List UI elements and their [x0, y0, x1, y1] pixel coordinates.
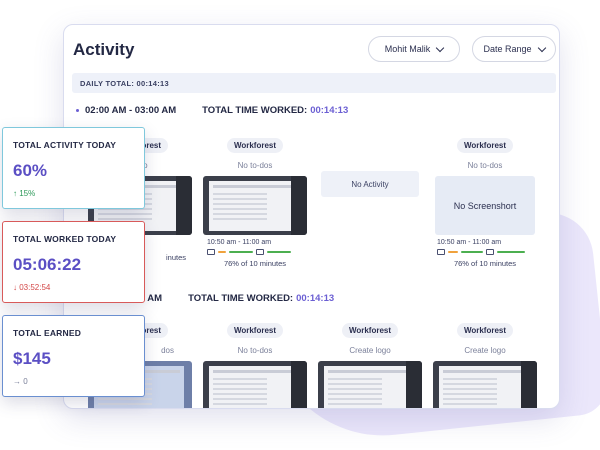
bullet-icon [76, 108, 79, 112]
page-title: Activity [73, 40, 135, 59]
screenshot-thumbnail[interactable] [433, 361, 537, 408]
project-badge: Workforest [341, 323, 399, 338]
todo-text: No to-dos [237, 346, 273, 355]
screenshot-thumbnail[interactable] [203, 176, 307, 235]
activity-bar [461, 251, 483, 253]
total-earned-card: TOTAL EARNED $145 → 0 [2, 315, 145, 397]
activity-bars [433, 249, 537, 255]
activity-card[interactable]: Workforest No to-dos No Screenshort 10:5… [433, 135, 537, 268]
daily-total-bar: DAILY TOTAL: 00:14:13 [72, 73, 556, 93]
total-activity-card: TOTAL ACTIVITY TODAY 60% ↑ 15% [2, 127, 145, 209]
mouse-icon [256, 249, 264, 255]
todo-text: Create logo [349, 346, 391, 355]
total-worked-card: TOTAL WORKED TODAY 05:06:22 ↓ 03:52:54 [2, 221, 145, 303]
date-range-label: Date Range [483, 44, 532, 54]
stat-delta: ↓ 03:52:54 [13, 283, 51, 292]
keyboard-icon [207, 249, 215, 255]
activity-bar [448, 251, 458, 253]
activity-bar [229, 251, 253, 253]
stat-value: 60% [13, 161, 48, 180]
stat-delta: → 0 [13, 377, 28, 386]
todo-text: No to-dos [237, 161, 273, 170]
activity-bar [267, 251, 291, 253]
total-time-label: TOTAL TIME WORKED: [188, 293, 294, 304]
time-range: 10:50 am - 11:00 am [437, 239, 502, 246]
activity-card[interactable]: Workforest Create logo [433, 320, 537, 408]
activity-card[interactable]: Workforest No to-dos [203, 320, 307, 408]
activity-card[interactable]: Workforest Create logo [318, 320, 422, 408]
total-time-value: 00:14:13 [296, 293, 335, 304]
project-badge: Workforest [456, 138, 514, 153]
time-slot-header: 02:00 AM - 03:00 AM TOTAL TIME WORKED: 00… [76, 105, 348, 116]
activity-bar [218, 251, 226, 253]
stat-label: TOTAL EARNED [13, 328, 82, 338]
activity-bar [497, 251, 525, 253]
activity-percent: 76% of 10 minutes [223, 259, 287, 268]
time-slot-header: 3:00 AM TOTAL TIME WORKED:00:14:13 [126, 293, 334, 304]
date-range-dropdown[interactable]: Date Range [472, 36, 556, 62]
chevron-down-icon [537, 43, 546, 52]
user-filter-label: Mohit Malik [384, 44, 431, 54]
time-range: 10:50 am - 11:00 am [207, 239, 272, 246]
stat-delta: ↑ 15% [13, 189, 36, 198]
todo-text: Create logo [464, 346, 506, 355]
keyboard-icon [437, 249, 445, 255]
chevron-down-icon [436, 43, 445, 52]
daily-total-text: DAILY TOTAL: 00:14:13 [80, 78, 169, 88]
activity-bars [203, 249, 307, 255]
no-activity-box: No Activity [321, 171, 419, 197]
todo-text: No to-dos [467, 161, 503, 170]
stat-label: TOTAL WORKED TODAY [13, 234, 117, 244]
project-badge: Workforest [226, 323, 284, 338]
activity-card[interactable]: Workforest No to-dos 10:50 am - 11:00 am… [203, 135, 307, 268]
project-badge: Workforest [226, 138, 284, 153]
project-badge: Workforest [456, 323, 514, 338]
screenshot-thumbnail[interactable] [203, 361, 307, 408]
slot-range: 02:00 AM - 03:00 AM [85, 105, 177, 116]
total-time-label: TOTAL TIME WORKED: [202, 105, 308, 116]
no-screenshot-box: No Screenshort [435, 176, 535, 235]
mouse-icon [486, 249, 494, 255]
user-filter-dropdown[interactable]: Mohit Malik [368, 36, 460, 62]
stat-value: 05:06:22 [13, 255, 82, 274]
total-time-value: 00:14:13 [310, 105, 349, 116]
stat-label: TOTAL ACTIVITY TODAY [13, 140, 117, 150]
screenshot-thumbnail[interactable] [318, 361, 422, 408]
stat-value: $145 [13, 349, 51, 368]
activity-percent: 76% of 10 minutes [453, 259, 517, 268]
